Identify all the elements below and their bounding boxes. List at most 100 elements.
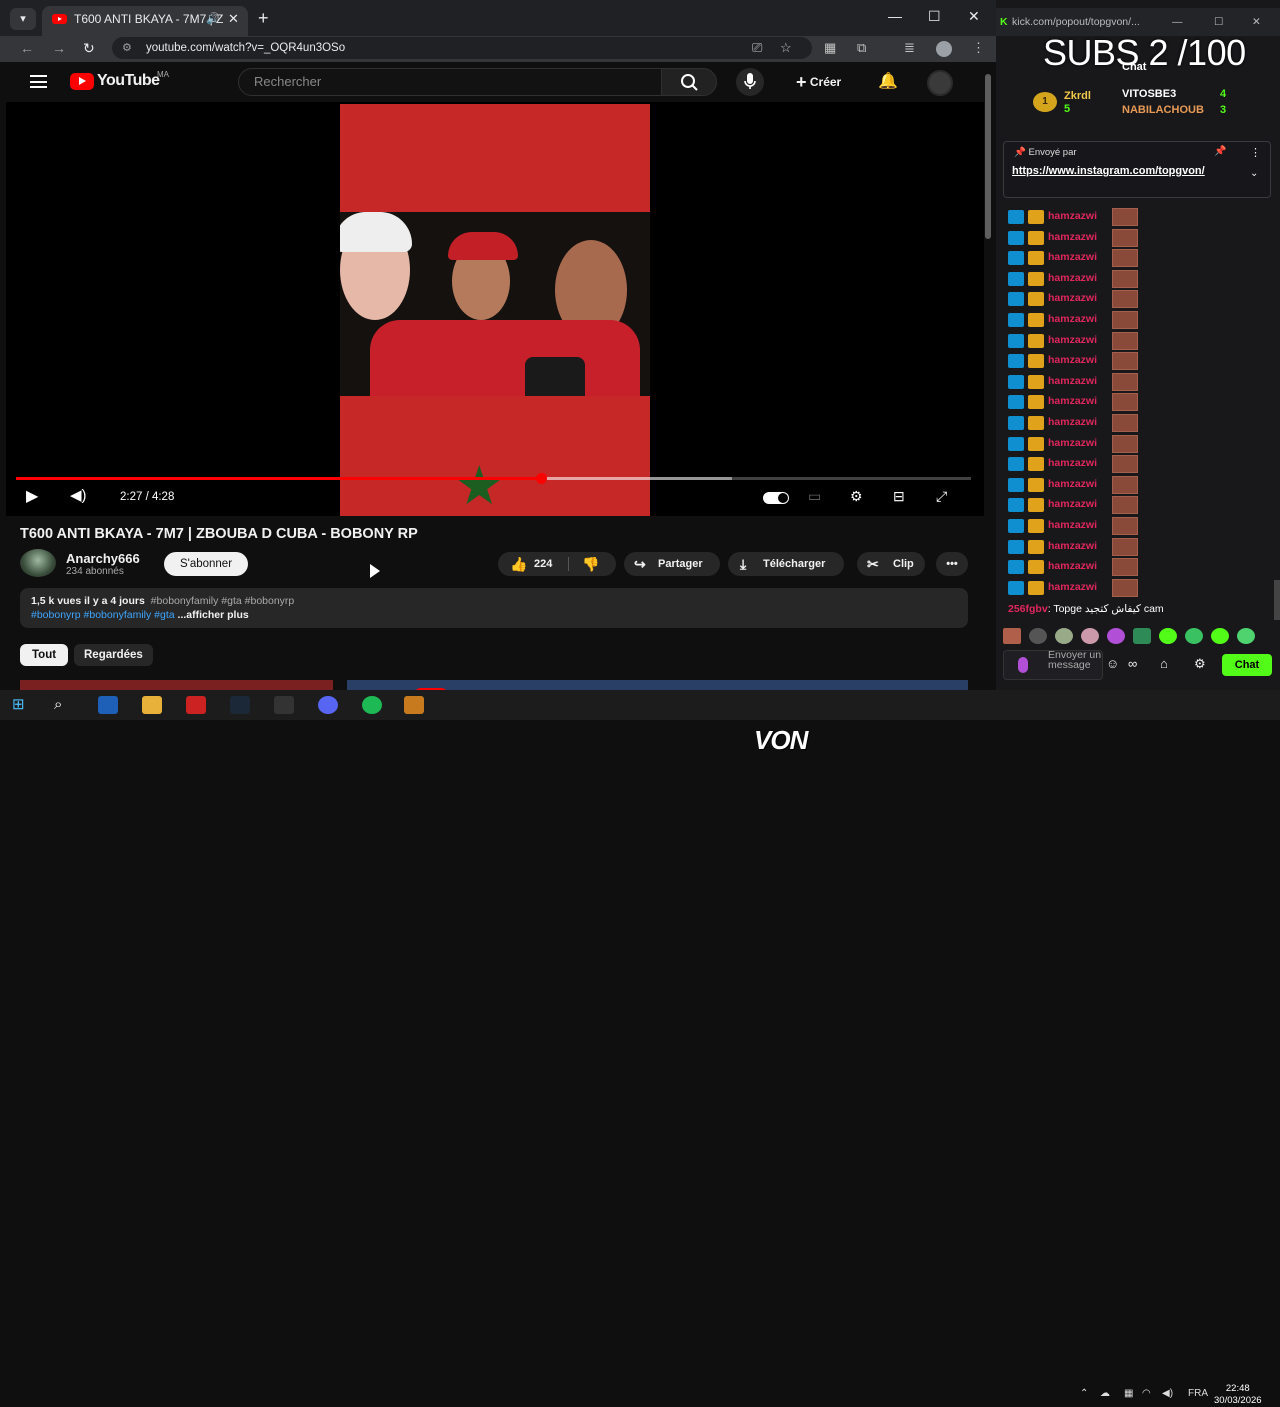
share-button[interactable]: ↪ Partager: [624, 552, 720, 576]
progress-bar[interactable]: [16, 473, 971, 484]
subtitles-icon[interactable]: ▭: [808, 488, 821, 505]
emote-2-icon[interactable]: [1029, 628, 1047, 644]
voicemeeter-icon[interactable]: [186, 696, 206, 714]
chat-username[interactable]: hamzazwi: [1048, 375, 1097, 387]
tray-chevron-icon[interactable]: ⌃: [1080, 1388, 1088, 1399]
autoplay-toggle[interactable]: [763, 492, 789, 504]
chat-username[interactable]: hamzazwi: [1048, 354, 1097, 366]
leader-3-name[interactable]: NABILACHOUB: [1122, 104, 1204, 116]
reload-icon[interactable]: ↻: [83, 40, 95, 57]
youtube-logo-text[interactable]: YouTube: [97, 72, 160, 90]
taskbar-app-9-icon[interactable]: [404, 696, 424, 714]
search-input[interactable]: Rechercher: [238, 68, 662, 96]
chat-username[interactable]: hamzazwi: [1048, 437, 1097, 449]
profile-icon[interactable]: [936, 41, 952, 57]
media-icon[interactable]: ≣: [904, 40, 915, 56]
emote-9-icon[interactable]: [1211, 628, 1229, 644]
last-message-user[interactable]: 256fgbv: [1008, 603, 1048, 615]
hashtags-top[interactable]: #bobonyfamily #gta #bobonyrp: [151, 595, 295, 607]
windows-start-icon[interactable]: ⊞: [12, 696, 32, 714]
taskbar-app-6-icon[interactable]: [274, 696, 294, 714]
store-icon[interactable]: ⌂: [1160, 656, 1168, 671]
chat-message-input[interactable]: Envoyer un message: [1003, 650, 1103, 680]
pinned-menu-icon[interactable]: ⋮: [1250, 146, 1261, 159]
emote-7-icon[interactable]: [1159, 628, 1177, 644]
youtube-logo-icon[interactable]: [70, 73, 94, 90]
cast-icon[interactable]: ⎚: [752, 40, 762, 56]
voice-search-button[interactable]: [736, 68, 764, 96]
chat-scrollbar[interactable]: [1274, 580, 1280, 620]
chat-username[interactable]: hamzazwi: [1048, 581, 1097, 593]
chat-username[interactable]: hamzazwi: [1048, 334, 1097, 346]
thumbs-down-icon[interactable]: 👎: [582, 552, 599, 576]
more-actions-button[interactable]: •••: [936, 552, 968, 576]
play-icon[interactable]: ▶: [26, 486, 38, 506]
back-icon[interactable]: ←: [20, 40, 34, 56]
menu-icon[interactable]: [30, 75, 47, 88]
description-box[interactable]: 1,5 k vues il y a 4 jours #bobonyfamily …: [20, 588, 968, 628]
volume-tray-icon[interactable]: ◀): [1162, 1388, 1173, 1399]
users-icon[interactable]: ∞: [1128, 656, 1137, 671]
puzzle-icon[interactable]: ⧉: [857, 40, 866, 56]
account-avatar[interactable]: [927, 70, 953, 96]
minimize-button[interactable]: —: [888, 8, 902, 24]
forward-icon[interactable]: →: [52, 40, 66, 56]
speaker-icon[interactable]: 🔊: [206, 6, 220, 32]
channel-avatar[interactable]: [20, 549, 56, 577]
emote-3-icon[interactable]: [1055, 628, 1073, 644]
chat-username[interactable]: hamzazwi: [1048, 395, 1097, 407]
search-button[interactable]: [661, 68, 717, 96]
chat-username[interactable]: hamzazwi: [1048, 251, 1097, 263]
notifications-bell-icon[interactable]: 🔔: [878, 71, 898, 91]
tab-search-button[interactable]: ▾: [10, 8, 36, 30]
new-tab-button[interactable]: +: [258, 8, 269, 29]
steam-icon[interactable]: [230, 696, 250, 714]
like-count[interactable]: 224: [534, 552, 552, 576]
emote-1-icon[interactable]: [1003, 628, 1021, 644]
subscribe-button[interactable]: S'abonner: [164, 552, 248, 576]
chat-username[interactable]: hamzazwi: [1048, 210, 1097, 222]
chat-username[interactable]: hamzazwi: [1048, 457, 1097, 469]
show-more-link[interactable]: ...afficher plus: [178, 609, 249, 621]
miniplayer-icon[interactable]: ⊟: [893, 488, 905, 505]
scrollbar-thumb[interactable]: [985, 74, 991, 239]
close-window-button[interactable]: ✕: [968, 8, 980, 25]
emote-8-icon[interactable]: [1185, 628, 1203, 644]
fullscreen-icon[interactable]: ⤢: [936, 488, 947, 505]
input-language[interactable]: FRA: [1188, 1388, 1208, 1399]
system-clock[interactable]: 22:48 30/03/2026: [1214, 1383, 1262, 1407]
thumbs-up-icon[interactable]: 👍: [510, 552, 527, 576]
clip-button[interactable]: ✂ Clip: [857, 552, 925, 576]
emote-4-icon[interactable]: [1081, 628, 1099, 644]
spotify-icon[interactable]: [362, 696, 382, 714]
settings-gear-icon[interactable]: ⚙: [850, 488, 863, 505]
network-icon[interactable]: ▦: [1124, 1388, 1133, 1399]
chat-username[interactable]: hamzazwi: [1048, 478, 1097, 490]
chat-username[interactable]: hamzazwi: [1048, 231, 1097, 243]
chip-watched[interactable]: Regardées: [74, 644, 153, 666]
file-explorer-icon[interactable]: [142, 696, 162, 714]
unpin-icon[interactable]: 📌: [1214, 146, 1226, 157]
browser-menu-icon[interactable]: ⋮: [972, 40, 985, 56]
leader-2-name[interactable]: VITOSBE3: [1122, 88, 1176, 100]
kick-close-button[interactable]: ✕: [1252, 8, 1261, 36]
chat-username[interactable]: hamzazwi: [1048, 272, 1097, 284]
emote-5-icon[interactable]: [1107, 628, 1125, 644]
chat-username[interactable]: hamzazwi: [1048, 498, 1097, 510]
chip-all[interactable]: Tout: [20, 644, 69, 666]
leader-1-name[interactable]: Zkrdl: [1064, 90, 1091, 102]
pinned-link[interactable]: https://www.instagram.com/topgvon/: [1012, 165, 1205, 177]
volume-icon[interactable]: ◀): [70, 486, 87, 504]
extension-icon[interactable]: ▦: [824, 40, 836, 56]
taskbar-search-icon[interactable]: ⌕: [54, 696, 74, 714]
close-tab-icon[interactable]: ✕: [228, 6, 239, 32]
hashtags-body[interactable]: #bobonyrp #bobonyfamily #gta: [31, 609, 175, 621]
discord-icon[interactable]: [318, 696, 338, 714]
video-player[interactable]: ★ ▶ ◀) 2:27 / 4:28 ▭ ⚙ ⊟ ⤢: [6, 102, 984, 516]
taskbar-app-r-icon[interactable]: [98, 696, 118, 714]
chat-username[interactable]: hamzazwi: [1048, 519, 1097, 531]
chat-username[interactable]: hamzazwi: [1048, 292, 1097, 304]
send-chat-button[interactable]: Chat: [1222, 654, 1272, 676]
tray-icon-1[interactable]: ☁: [1100, 1388, 1110, 1399]
channel-name[interactable]: Anarchy666: [66, 551, 140, 566]
